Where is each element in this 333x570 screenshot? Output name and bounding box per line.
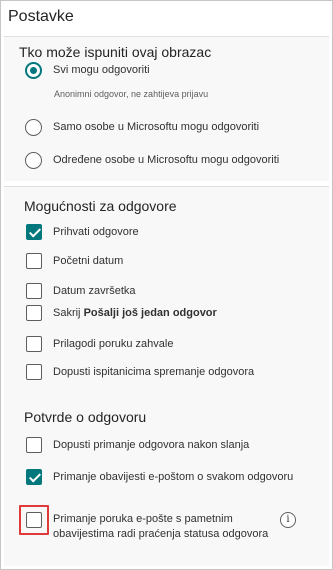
option-label: Datum završetka: [53, 285, 136, 297]
checkbox[interactable]: [26, 437, 42, 453]
response-options-title: Mogućnosti za odgovore: [24, 198, 177, 214]
checkbox-end-date[interactable]: Datum završetka: [26, 283, 136, 299]
checkbox-smart-email[interactable]: Primanje poruka e-pošte s pametnim obavi…: [26, 512, 268, 542]
option-label: Sakrij Pošalji još jedan odgovor: [53, 305, 217, 321]
checkbox-hide-submit-another[interactable]: Sakrij Pošalji još jedan odgovor: [26, 305, 217, 321]
checkbox[interactable]: [26, 469, 42, 485]
radio-option-specific-people[interactable]: Određene osobe u Microsoftu mogu odgovor…: [25, 152, 279, 169]
highlight-box: [19, 505, 49, 535]
option-label: Dopusti primanje odgovora nakon slanja: [53, 439, 250, 451]
hide-bold-text: Pošalji još jedan odgovor: [83, 307, 217, 319]
option-label: Prilagodi poruku zahvale: [53, 338, 174, 350]
radio-option-org-only[interactable]: Samo osobe u Microsoftu mogu odgovoriti: [25, 119, 259, 136]
hide-prefix: Sakrij: [53, 307, 84, 319]
anonymous-note: Anonimni odgovor, ne zahtijeva prijavu: [54, 89, 209, 99]
smart-email-line2: obavijestima radi praćenja statusa odgov…: [53, 528, 269, 540]
checkbox-accept-responses[interactable]: Prihvati odgovore: [26, 224, 139, 240]
option-label: Prihvati odgovore: [53, 226, 139, 238]
option-label: Svi mogu odgovoriti: [53, 64, 150, 76]
radio-option-everyone[interactable]: Svi mogu odgovoriti: [25, 62, 150, 79]
option-label: Primanje obavijesti e-poštom o svakom od…: [53, 471, 294, 483]
info-icon[interactable]: i: [280, 512, 296, 528]
radio-button[interactable]: [25, 62, 42, 79]
smart-email-line1: Primanje poruka e-pošte s pametnim: [53, 513, 233, 525]
checkbox[interactable]: [26, 283, 42, 299]
checkbox-allow-receipt[interactable]: Dopusti primanje odgovora nakon slanja: [26, 437, 249, 453]
receipts-title: Potvrde o odgovoru: [24, 409, 147, 425]
option-label: Dopusti ispitanicima spremanje odgovora: [53, 366, 255, 378]
checkbox[interactable]: [26, 364, 42, 380]
who-can-fill-title: Tko može ispuniti ovaj obrazac: [19, 44, 212, 60]
panel-title: Postavke: [8, 8, 74, 25]
checkbox-custom-thanks[interactable]: Prilagodi poruku zahvale: [26, 336, 173, 352]
checkbox[interactable]: [26, 253, 42, 269]
option-label: Primanje poruka e-pošte s pametnim obavi…: [53, 512, 268, 542]
option-label: Samo osobe u Microsoftu mogu odgovoriti: [53, 121, 260, 133]
checkbox-email-notification[interactable]: Primanje obavijesti e-poštom o svakom od…: [26, 469, 293, 485]
checkbox-allow-save[interactable]: Dopusti ispitanicima spremanje odgovora: [26, 364, 254, 380]
checkbox[interactable]: [26, 336, 42, 352]
radio-button[interactable]: [25, 152, 42, 169]
checkbox[interactable]: [26, 305, 42, 321]
option-label: Određene osobe u Microsoftu mogu odgovor…: [53, 154, 280, 166]
option-label: Početni datum: [53, 255, 124, 267]
checkbox[interactable]: [26, 224, 42, 240]
radio-button[interactable]: [25, 119, 42, 136]
checkbox-start-date[interactable]: Početni datum: [26, 253, 123, 269]
